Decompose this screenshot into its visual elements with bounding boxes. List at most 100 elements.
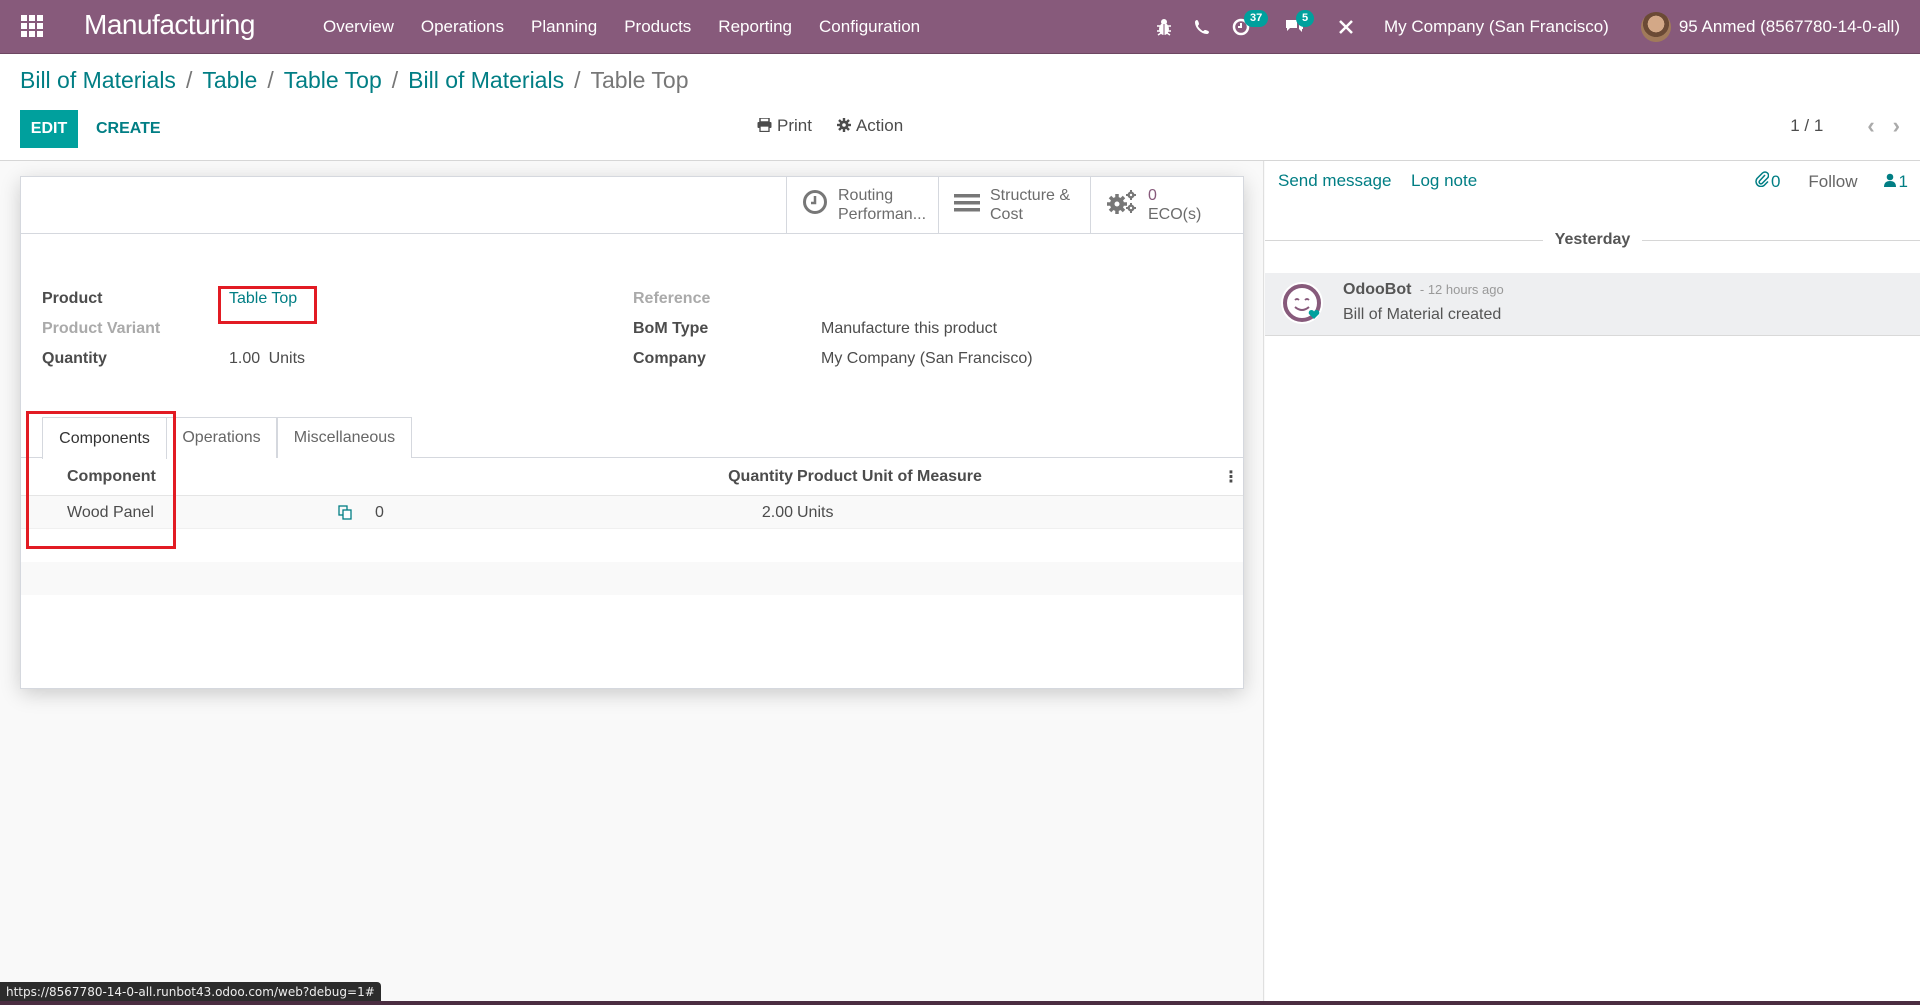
activities-count-badge: 37 (1244, 10, 1269, 27)
quantity-cell[interactable]: 2.00 (762, 496, 793, 529)
tab-miscellaneous[interactable]: Miscellaneous (277, 417, 412, 458)
menu-overview[interactable]: Overview (323, 17, 394, 37)
action-label: Action (855, 116, 904, 135)
breadcrumb-separator: / (391, 67, 399, 93)
attachments-button[interactable]: 0 (1755, 171, 1780, 192)
chatter-topbar: Send message Log note 0 Follow 1 (1265, 161, 1920, 234)
eco-label: ECO(s) (1148, 206, 1202, 223)
routing-label-line1: Routing (838, 187, 894, 204)
company-switcher[interactable]: My Company (San Francisco) (1384, 17, 1609, 37)
chatter-message: OdooBot - 12 hours ago Bill of Material … (1265, 273, 1920, 336)
breadcrumb-separator: / (574, 67, 581, 93)
date-separator: Yesterday (1265, 225, 1920, 255)
routing-performance-button[interactable]: Routing Performan... (786, 177, 938, 233)
menu-operations[interactable]: Operations (421, 17, 504, 37)
print-dropdown[interactable]: Print (757, 116, 812, 136)
user-name: 95 Anmed (8567780-14-0-all) (1678, 17, 1900, 36)
message-body: Bill of Material created (1343, 306, 1502, 323)
paperclip-icon (1755, 171, 1770, 192)
menu-configuration[interactable]: Configuration (819, 17, 920, 37)
main-menu: Overview Operations Planning Products Re… (323, 0, 947, 54)
structure-cost-button[interactable]: Structure & Cost (938, 177, 1090, 233)
variant-count-cell: 0 (375, 503, 384, 521)
component-cell[interactable]: Wood Panel (67, 496, 154, 529)
gear-icon (836, 117, 851, 135)
messages-count-badge: 5 (1296, 10, 1315, 27)
bom-type-label: BoM Type (633, 320, 709, 337)
app-name[interactable]: Manufacturing (84, 8, 255, 42)
reference-label: Reference (633, 290, 711, 307)
breadcrumb-item[interactable]: Bill of Materials (408, 67, 564, 94)
clock-icon (802, 189, 828, 222)
uom-cell[interactable]: Units (797, 496, 833, 529)
company-label: Company (633, 350, 706, 367)
date-separator-label: Yesterday (1554, 231, 1631, 248)
tools-icon[interactable] (1338, 19, 1354, 35)
structure-label-line1: Structure & (990, 187, 1071, 204)
edit-button[interactable]: EDIT (20, 110, 78, 148)
components-table: Component Quantity Product Unit of Measu… (21, 458, 1243, 595)
attachments-count: 0 (1770, 171, 1781, 191)
message-date: - 12 hours ago (1419, 282, 1504, 297)
top-navbar: Manufacturing Overview Operations Planni… (0, 0, 1920, 54)
table-row[interactable]: Wood Panel 0 2.00 Units (21, 496, 1243, 529)
breadcrumb-item[interactable]: Bill of Materials (20, 67, 176, 94)
breadcrumb-item[interactable]: Table Top (284, 67, 382, 94)
pager-next-icon[interactable]: › (1893, 115, 1900, 137)
log-note-button[interactable]: Log note (1411, 171, 1477, 191)
debug-bug-icon[interactable] (1156, 18, 1172, 36)
menu-planning[interactable]: Planning (531, 17, 597, 37)
messages-chat-icon[interactable]: 5 (1284, 10, 1315, 36)
structure-label-line2: Cost (990, 206, 1023, 223)
column-header-quantity[interactable]: Quantity (728, 458, 793, 496)
product-field[interactable]: Table Top (229, 290, 297, 308)
eco-button[interactable]: 0 ECO(s) (1090, 177, 1244, 233)
create-button[interactable]: CREATE (86, 110, 171, 148)
breadcrumb-current: Table Top (590, 67, 689, 93)
list-bars-icon (954, 190, 980, 221)
column-header-uom[interactable]: Product Unit of Measure (797, 458, 982, 496)
user-menu[interactable]: 95 Anmed (8567780-14-0-all) (1640, 12, 1900, 42)
odoobot-avatar[interactable] (1281, 282, 1323, 324)
follow-button[interactable]: Follow (1808, 172, 1857, 192)
column-header-component[interactable]: Component (67, 458, 156, 496)
breadcrumb-separator: / (267, 67, 274, 93)
breadcrumb: Bill of Materials / Table / Table Top / … (20, 67, 689, 94)
tab-operations[interactable]: Operations (167, 417, 277, 458)
print-label: Print (777, 116, 812, 135)
button-box: Routing Performan... Structure & Cost 0 … (21, 177, 1243, 234)
routing-label-line2: Performan... (838, 206, 927, 223)
send-message-button[interactable]: Send message (1278, 171, 1391, 191)
product-variant-copy-icon[interactable] (338, 496, 353, 529)
user-avatar (1640, 12, 1671, 42)
action-dropdown[interactable]: Action (836, 116, 904, 136)
activities-clock-icon[interactable]: 37 (1232, 10, 1269, 36)
quantity-field[interactable]: 1.00 Units (229, 350, 305, 368)
quantity-uom: Units (268, 350, 306, 367)
apps-menu-icon[interactable] (20, 14, 44, 38)
followers-button[interactable]: 1 (1883, 171, 1908, 192)
menu-products[interactable]: Products (624, 17, 691, 37)
pager-value[interactable]: 1 / 1 (1790, 116, 1823, 136)
followers-count: 1 (1898, 171, 1908, 191)
bom-type-field[interactable]: Manufacture this product (821, 320, 997, 338)
notebook-tabs: Components Operations Miscellaneous (21, 417, 1243, 459)
empty-row (21, 562, 1243, 595)
message-author[interactable]: OdooBot (1343, 281, 1411, 298)
breadcrumb-item[interactable]: Table (202, 67, 257, 94)
menu-reporting[interactable]: Reporting (718, 17, 792, 37)
form-sheet: Routing Performan... Structure & Cost 0 … (20, 176, 1244, 689)
systray: 37 5 My Company (San Francisco) 95 Anmed… (1156, 0, 1900, 54)
form-view: Routing Performan... Structure & Cost 0 … (0, 161, 1264, 1005)
control-panel: Bill of Materials / Table / Table Top / … (0, 54, 1920, 161)
tab-components[interactable]: Components (42, 417, 167, 459)
sidebar-actions: Print Action (757, 116, 928, 136)
pager: 1 / 1 ‹ › (1790, 115, 1900, 137)
breadcrumb-separator: / (185, 67, 193, 93)
quantity-label: Quantity (42, 350, 107, 367)
product-variant-label: Product Variant (42, 320, 161, 337)
phone-icon[interactable] (1194, 19, 1210, 35)
company-field[interactable]: My Company (San Francisco) (821, 350, 1033, 368)
optional-columns-icon[interactable]: ⋮ (1223, 458, 1239, 496)
pager-previous-icon[interactable]: ‹ (1867, 115, 1874, 137)
